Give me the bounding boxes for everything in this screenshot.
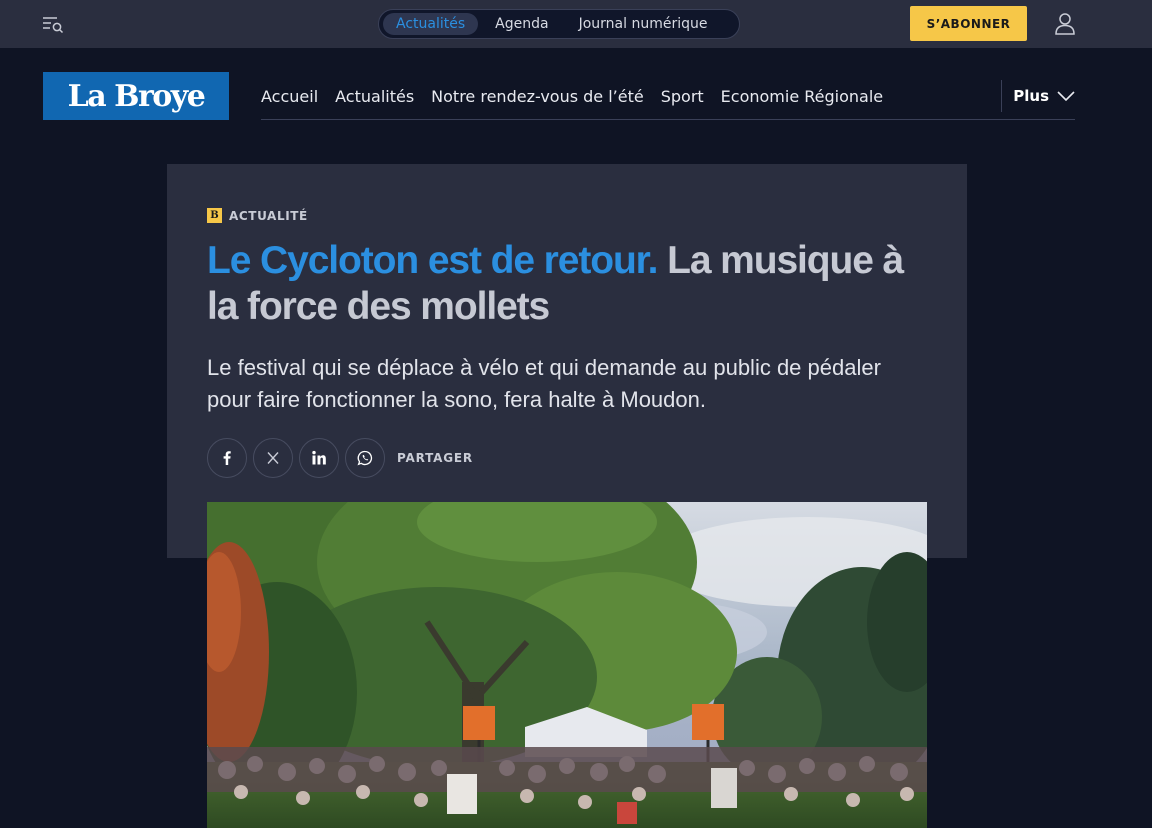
section-tab-actualites[interactable]: Actualités [383,13,479,35]
article-kicker: B ACTUALITÉ [207,208,308,223]
nav-item-accueil[interactable]: Accueil [261,87,318,106]
site-logo[interactable]: La Broye [43,72,229,120]
nav-item-sport[interactable]: Sport [661,87,704,106]
section-switcher: Actualités Agenda Journal numérique [378,9,740,39]
menu-search-icon[interactable] [42,14,64,34]
kicker-badge-icon: B [207,208,222,223]
share-linkedin-button[interactable] [299,438,339,478]
kicker-label: ACTUALITÉ [229,208,308,223]
top-utility-bar: Actualités Agenda Journal numérique S’AB… [0,0,1152,48]
share-facebook-button[interactable] [207,438,247,478]
nav-more-label: Plus [1013,87,1049,105]
article-header: B ACTUALITÉ Le Cycloton est de retour. L… [167,164,967,558]
section-tab-agenda[interactable]: Agenda [482,13,561,35]
chevron-down-icon [1057,91,1075,101]
site-logo-text: La Broye [67,78,206,114]
headline-accent: Le Cycloton est de retour. [207,239,658,282]
article-headline: Le Cycloton est de retour. La musique à … [207,238,937,330]
share-label: PARTAGER [397,451,473,465]
linkedin-icon [312,450,326,465]
main-navigation: Accueil Actualités Notre rendez-vous de … [261,80,1075,120]
subscribe-button[interactable]: S’ABONNER [910,6,1027,41]
article-dek: Le festival qui se déplace à vélo et qui… [207,355,881,412]
share-bar: PARTAGER [207,438,473,478]
user-account-icon[interactable] [1054,12,1076,36]
facebook-icon [223,451,231,465]
festival-crowd-photo [207,502,927,828]
whatsapp-icon [357,450,373,466]
nav-more-menu[interactable]: Plus [1001,80,1075,112]
share-whatsapp-button[interactable] [345,438,385,478]
nav-item-rendez-vous-ete[interactable]: Notre rendez-vous de l’été [431,87,644,106]
nav-item-economie-regionale[interactable]: Economie Régionale [721,87,883,106]
section-tab-journal-numerique[interactable]: Journal numérique [566,13,721,35]
share-x-button[interactable] [253,438,293,478]
x-icon [267,452,279,464]
article-lead-photo [207,502,927,828]
nav-item-actualites[interactable]: Actualités [335,87,414,106]
